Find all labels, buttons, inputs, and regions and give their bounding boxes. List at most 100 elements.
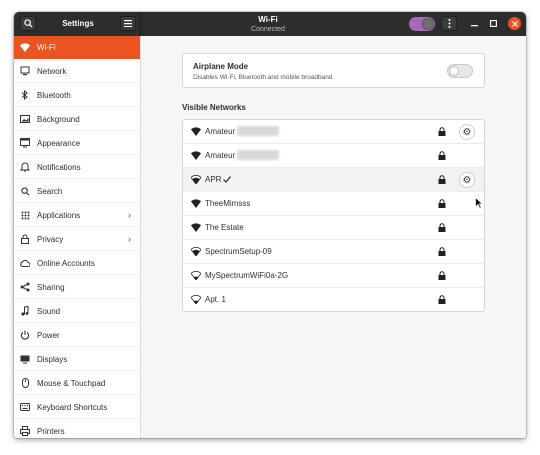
sidebar-item-search[interactable]: Search <box>14 180 140 203</box>
app-title: Settings <box>62 19 94 28</box>
sidebar-item-displays[interactable]: Displays <box>14 348 140 371</box>
gear-icon: ⚙ <box>462 174 472 186</box>
network-row[interactable]: Apt. 1 <box>183 288 484 312</box>
sound-icon <box>20 306 30 316</box>
menu-button[interactable] <box>120 16 136 31</box>
lock-icon <box>438 271 446 280</box>
sidebar-item-wifi[interactable]: Wi-Fi <box>14 36 140 59</box>
power-icon <box>20 330 30 340</box>
sidebar-item-label: Keyboard Shortcuts <box>37 402 108 412</box>
sidebar-item-label: Background <box>37 114 80 124</box>
sidebar-item-printers[interactable]: Printers <box>14 420 140 438</box>
sidebar-item-label: Bluetooth <box>37 90 71 100</box>
header-bar: Settings Wi-Fi Connected <box>14 12 526 36</box>
more-vertical-icon <box>448 19 450 28</box>
sidebar-item-network[interactable]: Network <box>14 60 140 83</box>
wifi-signal-low-icon <box>191 295 201 304</box>
network-row[interactable]: MySpectrumWiFi0a-2G <box>183 264 484 288</box>
search-icon <box>23 19 33 28</box>
close-button[interactable] <box>508 17 521 30</box>
notifications-icon <box>20 162 30 172</box>
airplane-mode-subtitle: Disables Wi-Fi, Bluetooth and mobile bro… <box>193 74 333 81</box>
displays-icon <box>20 354 30 364</box>
gear-icon: ⚙ <box>462 126 472 138</box>
network-row[interactable]: SpectrumSetup-09 <box>183 240 484 264</box>
lock-icon <box>438 151 446 160</box>
sidebar-item-background[interactable]: Background <box>14 108 140 131</box>
network-icon <box>20 66 30 76</box>
sidebar-item-label: Displays <box>37 354 68 364</box>
wifi-signal-full-icon <box>191 151 201 160</box>
network-row[interactable]: The Estate <box>183 216 484 240</box>
sidebar: Wi-Fi Network Bluetooth Background Appea… <box>14 36 141 438</box>
applications-icon <box>20 210 30 220</box>
wifi-signal-full-icon <box>191 127 201 136</box>
close-icon <box>511 20 518 27</box>
sidebar-item-keyboard-shortcuts[interactable]: Keyboard Shortcuts <box>14 396 140 419</box>
sidebar-item-label: Notifications <box>37 162 81 172</box>
wifi-options-button[interactable] <box>441 16 457 31</box>
network-row[interactable]: Amateur ⚙ <box>183 120 484 144</box>
sidebar-item-power[interactable]: Power <box>14 324 140 347</box>
airplane-mode-toggle[interactable] <box>447 64 473 78</box>
lock-icon <box>438 247 446 256</box>
sidebar-item-applications[interactable]: Applications › <box>14 204 140 227</box>
wifi-panel: Airplane Mode Disables Wi-Fi, Bluetooth … <box>141 36 526 438</box>
redacted-text <box>237 150 279 160</box>
wifi-icon <box>20 43 30 53</box>
network-name: Amateur <box>205 151 236 160</box>
visible-networks-heading: Visible Networks <box>182 103 246 112</box>
airplane-mode-title: Airplane Mode <box>193 62 249 71</box>
network-row[interactable]: Amateur <box>183 144 484 168</box>
minimize-button[interactable] <box>468 17 481 30</box>
sidebar-item-sharing[interactable]: Sharing <box>14 276 140 299</box>
appearance-icon <box>20 138 30 148</box>
network-row[interactable]: TheeMimsss <box>183 192 484 216</box>
panel-status: Connected <box>251 26 285 33</box>
wifi-signal-low-icon <box>191 271 201 280</box>
network-name: SpectrumSetup-09 <box>205 247 272 256</box>
sidebar-item-label: Printers <box>37 426 65 436</box>
sidebar-item-bluetooth[interactable]: Bluetooth <box>14 84 140 107</box>
sidebar-item-mouse-touchpad[interactable]: Mouse & Touchpad <box>14 372 140 395</box>
online-accounts-icon <box>20 258 30 268</box>
background-icon <box>20 114 30 124</box>
sidebar-item-sound[interactable]: Sound <box>14 300 140 323</box>
network-row-connected[interactable]: APR ⚙ <box>183 168 484 192</box>
panel-title-area: Wi-Fi Connected <box>140 15 396 34</box>
network-name: Amateur <box>205 127 236 136</box>
panel-title: Wi-Fi <box>258 15 278 24</box>
maximize-button[interactable] <box>487 17 500 30</box>
hamburger-icon <box>124 20 132 27</box>
sidebar-item-notifications[interactable]: Notifications <box>14 156 140 179</box>
bluetooth-icon <box>20 90 30 100</box>
wifi-signal-full-icon <box>191 199 201 208</box>
network-name: TheeMimsss <box>205 199 251 208</box>
search-icon <box>20 186 30 196</box>
maximize-icon <box>490 20 497 27</box>
sidebar-item-label: Network <box>37 66 67 76</box>
lock-icon <box>438 223 446 232</box>
settings-window: Settings Wi-Fi Connected Wi-Fi Network B… <box>14 12 526 438</box>
sidebar-item-appearance[interactable]: Appearance <box>14 132 140 155</box>
network-settings-button[interactable]: ⚙ <box>459 124 475 140</box>
airplane-mode-row[interactable]: Airplane Mode Disables Wi-Fi, Bluetooth … <box>182 53 485 88</box>
sidebar-item-label: Privacy <box>37 234 64 244</box>
wifi-toggle[interactable] <box>409 17 435 31</box>
sidebar-item-label: Appearance <box>37 138 81 148</box>
sharing-icon <box>20 282 30 292</box>
chevron-right-icon: › <box>128 234 131 244</box>
sidebar-item-privacy[interactable]: Privacy › <box>14 228 140 251</box>
sidebar-item-label: Wi-Fi <box>37 43 56 52</box>
wifi-signal-full-icon <box>191 223 201 232</box>
network-settings-button[interactable]: ⚙ <box>459 172 475 188</box>
checkmark-icon <box>223 176 231 183</box>
sidebar-item-label: Power <box>37 330 60 340</box>
lock-icon <box>438 127 446 136</box>
sidebar-item-label: Applications <box>37 210 81 220</box>
sidebar-item-online-accounts[interactable]: Online Accounts <box>14 252 140 275</box>
search-button[interactable] <box>20 16 36 31</box>
toggle-knob <box>449 66 459 76</box>
sidebar-item-label: Sharing <box>37 282 65 292</box>
network-name: The Estate <box>205 223 244 232</box>
